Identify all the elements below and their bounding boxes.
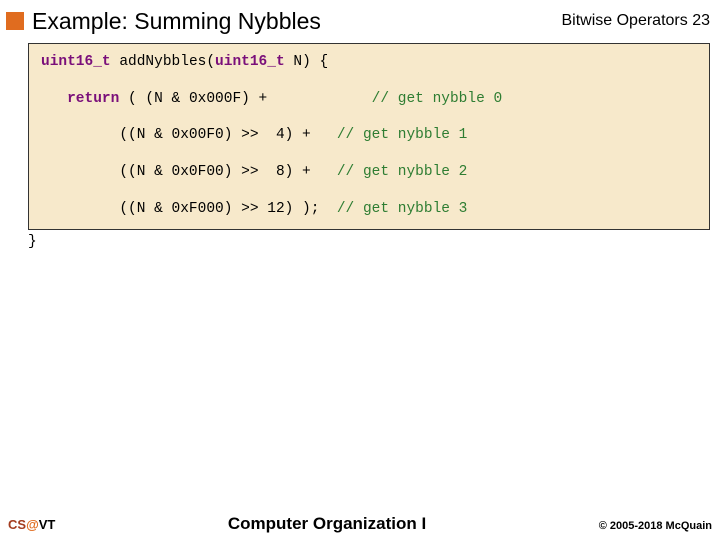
comment-2: // get nybble 2 <box>337 164 468 180</box>
keyword-type-2: uint16_t <box>215 54 285 70</box>
code-2: ((N & 0x0F00) >> 8) + <box>41 164 337 180</box>
chapter-page: Bitwise Operators 23 <box>561 6 710 30</box>
comment-0: // get nybble 0 <box>372 91 503 107</box>
footer-course: Computer Organization I <box>55 514 598 534</box>
fn-decl-b: N) { <box>285 54 329 70</box>
footer-at: @ <box>26 517 39 532</box>
page-number: 23 <box>692 12 710 29</box>
slide-title: Example: Summing Nybbles <box>32 6 561 35</box>
code-block: uint16_t addNybbles(uint16_t N) { return… <box>28 43 710 230</box>
keyword-type: uint16_t <box>41 54 111 70</box>
code-line-2: ((N & 0x0F00) >> 8) + // get nybble 2 <box>41 164 697 181</box>
comment-3: // get nybble 3 <box>337 201 468 217</box>
comment-1: // get nybble 1 <box>337 127 468 143</box>
code-close-brace: } <box>28 234 720 250</box>
code-0: ( (N & 0x000F) + <box>119 91 371 107</box>
slide-header: Example: Summing Nybbles Bitwise Operato… <box>0 0 720 39</box>
slide-footer: CS@VT Computer Organization I © 2005-201… <box>0 514 720 534</box>
code-3: ((N & 0xF000) >> 12) ); <box>41 201 337 217</box>
footer-logo: CS@VT <box>8 517 55 532</box>
fn-decl-a: addNybbles( <box>111 54 215 70</box>
footer-cs: CS <box>8 517 26 532</box>
code-line-3: ((N & 0xF000) >> 12) ); // get nybble 3 <box>41 201 697 218</box>
title-bullet-icon <box>6 12 24 30</box>
footer-copyright: © 2005-2018 McQuain <box>599 520 712 532</box>
code-line-decl: uint16_t addNybbles(uint16_t N) { <box>41 54 697 71</box>
code-line-0: return ( (N & 0x000F) + // get nybble 0 <box>41 91 697 108</box>
code-line-1: ((N & 0x00F0) >> 4) + // get nybble 1 <box>41 127 697 144</box>
footer-vt: VT <box>39 517 56 532</box>
slide: Example: Summing Nybbles Bitwise Operato… <box>0 0 720 540</box>
chapter-name: Bitwise Operators <box>561 12 687 29</box>
code-1: ((N & 0x00F0) >> 4) + <box>41 127 337 143</box>
keyword-return: return <box>67 91 119 107</box>
